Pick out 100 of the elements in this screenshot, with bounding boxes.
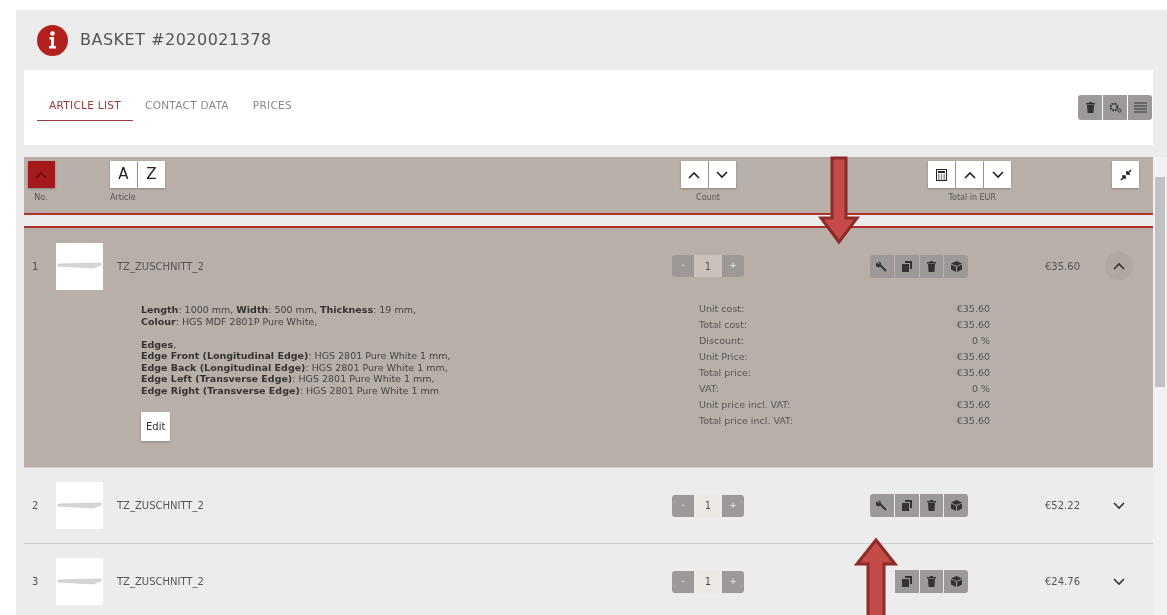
decrement-button[interactable]: - [672, 259, 694, 273]
delete-button[interactable] [919, 254, 944, 278]
sort-button[interactable]: Z [138, 161, 165, 188]
price-value: €35.60 [956, 350, 990, 364]
detail-line: Length: 1000 mm, Width: 500 mm, Thickness: 19 mm, [141, 304, 417, 316]
compress-arrows-icon [1119, 168, 1132, 181]
sort-ascending-button[interactable] [680, 161, 708, 188]
quantity-value: 1 [694, 570, 722, 593]
trash-icon [926, 260, 936, 272]
price-label: Discount: [699, 334, 744, 348]
decrement-button[interactable]: - [672, 498, 694, 513]
chevron-down-icon [716, 170, 728, 179]
wrench-icon [876, 500, 888, 511]
edit-button[interactable]: Edit [141, 412, 171, 441]
box-icon [950, 500, 962, 511]
trash-icon [1085, 102, 1095, 113]
calculator-button[interactable] [928, 161, 955, 188]
list-icon [1133, 102, 1147, 113]
increment-button[interactable]: + [722, 498, 744, 513]
price-label: Total price incl. VAT: [699, 414, 794, 428]
price-label: Unit Price: [699, 350, 748, 364]
scrollbar-thumb[interactable] [1155, 177, 1165, 387]
tab[interactable]: ARTICLE LIST [37, 94, 133, 121]
delete-button[interactable] [919, 494, 944, 517]
price-value: €35.60 [956, 366, 990, 380]
price-value: €35.60 [956, 414, 990, 428]
price-value: 0 % [971, 334, 990, 348]
row-total: €35.60 [1044, 259, 1081, 274]
price-label: VAT: [699, 382, 719, 396]
sort-button[interactable] [27, 161, 55, 188]
duplicate-button[interactable] [894, 570, 919, 593]
column-header: Total in EUR [948, 192, 996, 204]
sort-descending-button[interactable] [708, 161, 736, 188]
gears-icon [1108, 102, 1122, 113]
scrollbar[interactable] [1153, 157, 1167, 615]
collapse-all-button[interactable] [1112, 161, 1139, 188]
configure-button[interactable] [870, 254, 894, 278]
wrench-icon [876, 260, 888, 272]
increment-button[interactable]: + [722, 574, 744, 589]
delete-button[interactable] [1078, 95, 1102, 120]
row-total: €52.22 [1044, 499, 1081, 513]
quantity-value: 1 [694, 494, 722, 517]
chevron-up-icon [963, 170, 976, 179]
duplicate-button[interactable] [894, 254, 919, 278]
configure-button[interactable] [870, 494, 894, 517]
chevron-down-icon [1113, 501, 1125, 510]
calculator-icon [936, 168, 947, 181]
board-icon [57, 577, 102, 586]
row-total: €24.76 [1044, 575, 1081, 589]
tab[interactable]: PRICES [240, 94, 304, 121]
price-value: €35.60 [956, 302, 990, 316]
row-number: 3 [32, 575, 40, 589]
package-button[interactable] [944, 494, 968, 517]
trash-icon [926, 576, 936, 587]
settings-button[interactable] [1103, 95, 1127, 120]
info-icon [37, 24, 68, 56]
chevron-down-icon [1113, 577, 1125, 586]
duplicate-button[interactable] [894, 494, 919, 517]
copy-icon [901, 260, 912, 272]
chevron-up-icon [1113, 262, 1125, 270]
increment-button[interactable]: + [722, 259, 744, 273]
expand-toggle[interactable] [1105, 252, 1133, 280]
article-name: TZ_ZUSCHNITT_2 [117, 259, 205, 274]
copy-icon [901, 576, 912, 587]
quantity-value: 1 [694, 255, 722, 277]
sort-ascending-button[interactable] [956, 161, 983, 188]
price-label: Unit cost: [699, 302, 745, 316]
sort-descending-button[interactable] [984, 161, 1011, 188]
article-name: TZ_ZUSCHNITT_2 [117, 575, 205, 589]
page-title: BASKET #2020021378 [80, 29, 272, 51]
trash-icon [926, 500, 936, 511]
box-icon [950, 576, 962, 587]
price-label: Unit price incl. VAT: [699, 398, 791, 412]
detail-line: Colour: HGS MDF 2801P Pure White, [141, 315, 319, 327]
detail-line: Edge Back (Longitudinal Edge): HGS 2801 Pure White 1 mm, [141, 361, 449, 373]
board-icon [57, 501, 102, 510]
box-icon [950, 260, 962, 272]
column-header: Article [110, 192, 136, 204]
decrement-button[interactable]: - [672, 574, 694, 589]
package-button[interactable] [944, 570, 968, 593]
price-value: €35.60 [956, 318, 990, 332]
tab[interactable]: CONTACT DATA [133, 94, 241, 121]
chevron-up-icon [35, 170, 47, 179]
price-value: 0 % [971, 382, 990, 396]
row-number: 2 [32, 499, 40, 513]
detail-line: Edge Front (Longitudinal Edge): HGS 2801 Pure White 1 mm, [141, 350, 452, 362]
copy-icon [901, 500, 912, 511]
board-icon [57, 262, 102, 270]
detail-line: Edges, [141, 338, 178, 350]
price-label: Total price: [699, 366, 752, 380]
article-name: TZ_ZUSCHNITT_2 [117, 499, 205, 513]
chevron-down-icon [991, 170, 1004, 179]
price-label: Total cost: [699, 318, 748, 332]
package-button[interactable] [944, 254, 968, 278]
delete-button[interactable] [919, 570, 944, 593]
row-number: 1 [32, 259, 40, 274]
sort-button[interactable]: A [110, 161, 137, 188]
detail-line: Edge Left (Transverse Edge): HGS 2801 Pure White 1 mm, [141, 373, 436, 385]
column-header: Count [696, 192, 720, 204]
column-header: No. [34, 192, 48, 204]
